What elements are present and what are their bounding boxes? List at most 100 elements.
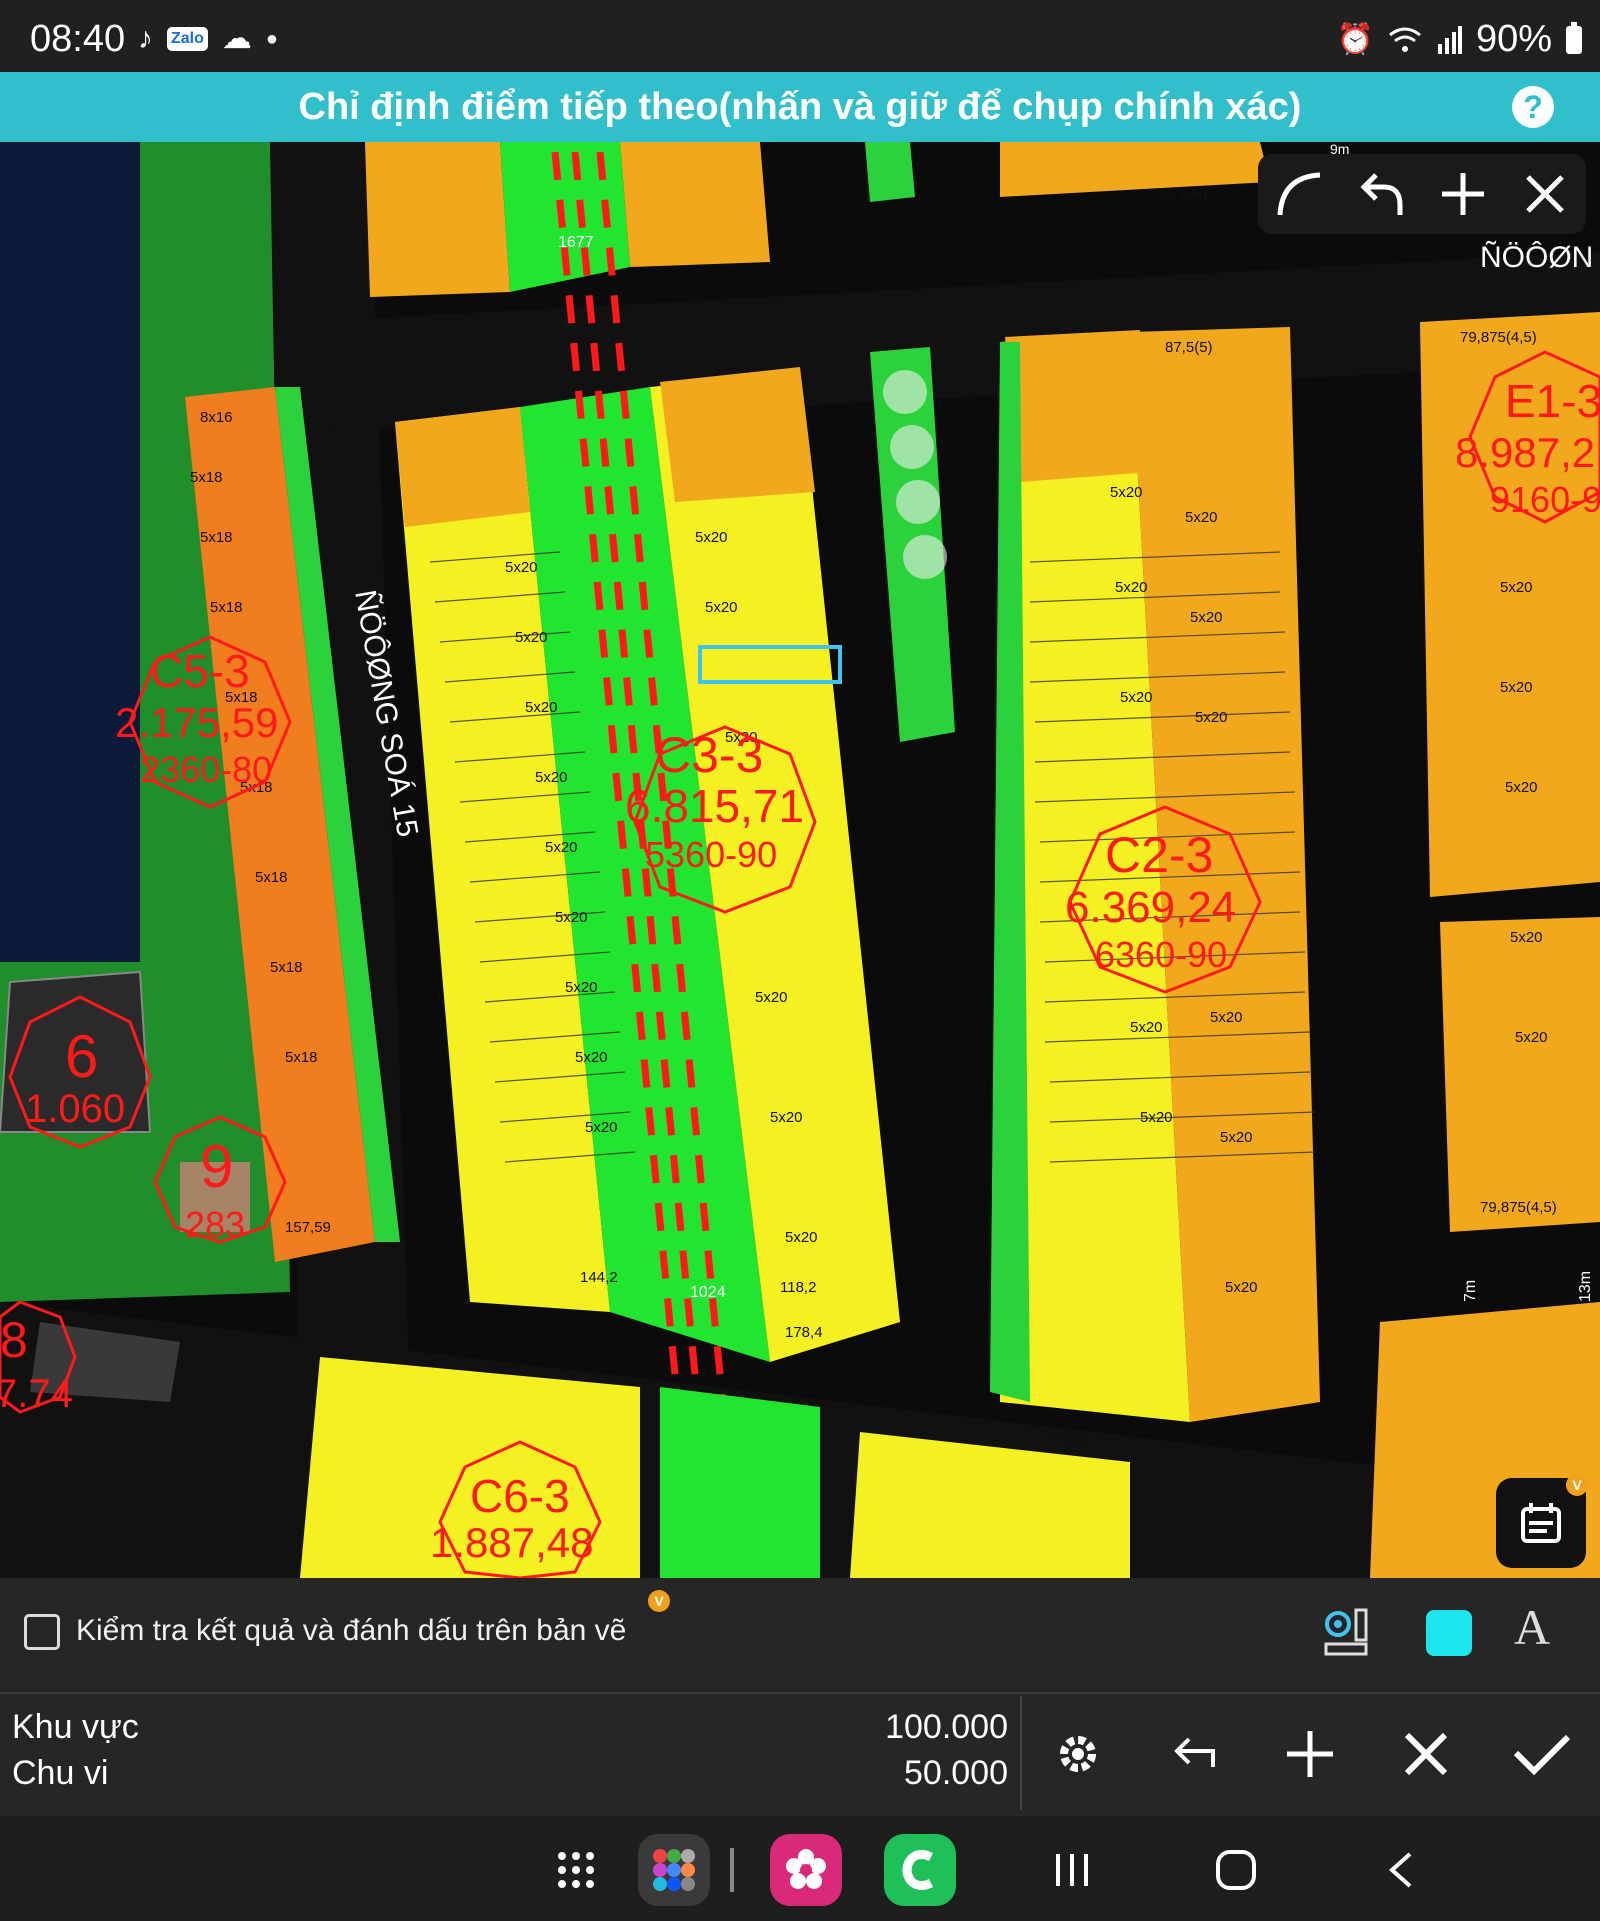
svg-text:2.175,59: 2.175,59 — [115, 699, 279, 746]
signal-icon — [1437, 25, 1462, 54]
svg-text:283: 283 — [185, 1204, 245, 1245]
add-point-icon[interactable] — [1278, 1722, 1342, 1786]
svg-text:1024: 1024 — [690, 1284, 726, 1301]
svg-text:6.369,24: 6.369,24 — [1065, 883, 1236, 932]
svg-text:6360-90: 6360-90 — [1095, 934, 1227, 975]
apps-grid-icon[interactable] — [540, 1834, 612, 1906]
svg-text:1677: 1677 — [558, 234, 594, 251]
navigation-bar — [0, 1816, 1600, 1921]
svg-text:87,5(5): 87,5(5) — [1160, 189, 1208, 206]
svg-text:5x18: 5x18 — [270, 959, 303, 976]
svg-text:5x20: 5x20 — [505, 559, 538, 576]
gear-icon[interactable] — [1046, 1722, 1110, 1786]
alarm-icon: ⏰ — [1336, 22, 1374, 56]
check-result-checkbox[interactable] — [24, 1614, 60, 1650]
svg-text:13m: 13m — [1577, 1271, 1594, 1302]
svg-text:5x20: 5x20 — [555, 909, 588, 926]
svg-text:5x20: 5x20 — [545, 839, 578, 856]
color-swatch[interactable] — [1426, 1610, 1472, 1656]
svg-text:7.74: 7.74 — [0, 1372, 73, 1416]
cad-drawing: 8x16 5x18 5x18 5x18 5x18 5x18 5x18 5x18 … — [0, 142, 1600, 1578]
c-app-icon[interactable] — [884, 1834, 956, 1906]
svg-text:C3-3: C3-3 — [655, 727, 763, 783]
calendar-button[interactable]: V — [1496, 1474, 1588, 1568]
svg-text:6: 6 — [65, 1023, 98, 1090]
svg-text:5x20: 5x20 — [1510, 929, 1543, 946]
svg-text:5x20: 5x20 — [1185, 509, 1218, 526]
home-icon[interactable] — [1200, 1834, 1272, 1906]
perimeter-value: 50.000 — [904, 1754, 1008, 1792]
svg-text:5x20: 5x20 — [1225, 1279, 1258, 1296]
help-icon[interactable]: ? — [1512, 86, 1554, 128]
confirm-icon[interactable] — [1510, 1722, 1574, 1786]
measurement-panel: Khu vực Chu vi 100.000 50.000 — [0, 1694, 1600, 1816]
drawing-toolbar — [1258, 154, 1586, 234]
svg-text:92(5): 92(5) — [1050, 1429, 1085, 1446]
svg-text:5x20: 5x20 — [565, 979, 598, 996]
badge: V — [648, 1590, 670, 1612]
svg-text:79,875(4,5): 79,875(4,5) — [1480, 1199, 1557, 1216]
divider — [1020, 1696, 1022, 1810]
svg-text:1.060: 1.060 — [25, 1087, 125, 1131]
cad-map-canvas[interactable]: 8x16 5x18 5x18 5x18 5x18 5x18 5x18 5x18 … — [0, 142, 1600, 1578]
svg-text:157,59: 157,59 — [285, 1219, 331, 1236]
svg-text:5x20: 5x20 — [515, 629, 548, 646]
battery-icon — [1566, 21, 1582, 54]
svg-text:5x20: 5x20 — [1130, 1019, 1163, 1036]
svg-text:C6-3: C6-3 — [470, 1470, 570, 1522]
svg-text:5x20: 5x20 — [1110, 484, 1143, 501]
svg-text:5x20: 5x20 — [785, 1229, 818, 1246]
check-bar: Kiểm tra kết quả và đánh dấu trên bản vẽ… — [0, 1578, 1600, 1694]
svg-text:C2-3: C2-3 — [1105, 827, 1213, 883]
flower-app-icon[interactable] — [770, 1834, 842, 1906]
svg-text:5x20: 5x20 — [1515, 1029, 1548, 1046]
back-arrow-icon[interactable] — [1162, 1722, 1226, 1786]
cloud-icon: ☁ — [221, 22, 252, 55]
add-icon[interactable] — [1433, 164, 1493, 224]
svg-text:5x20: 5x20 — [1195, 709, 1228, 726]
notification-icons: ♪ Zalo ☁ ● — [138, 22, 278, 56]
area-label: Khu vực — [12, 1708, 139, 1746]
svg-text:5x18: 5x18 — [285, 1049, 318, 1066]
cancel-icon[interactable] — [1394, 1722, 1458, 1786]
undo-icon[interactable] — [1351, 164, 1411, 224]
svg-text:6.815,71: 6.815,71 — [625, 780, 804, 832]
svg-text:5360-90: 5360-90 — [645, 834, 777, 875]
svg-text:5x20: 5x20 — [525, 699, 558, 716]
arc-icon[interactable] — [1269, 164, 1329, 224]
battery-percent: 90% — [1475, 18, 1552, 60]
status-bar: 08:40 ♪ Zalo ☁ ● ⏰ 90% — [0, 0, 1600, 72]
svg-text:E1-3: E1-3 — [1505, 375, 1600, 427]
svg-text:5x20: 5x20 — [575, 1049, 608, 1066]
tiktok-icon: ♪ — [138, 22, 153, 55]
svg-text:178,4: 178,4 — [785, 1324, 823, 1341]
check-result-label: Kiểm tra kết quả và đánh dấu trên bản vẽ — [76, 1614, 627, 1647]
svg-text:5x20: 5x20 — [585, 1119, 618, 1136]
calendar-icon — [1521, 1503, 1561, 1543]
svg-text:5x20: 5x20 — [1500, 679, 1533, 696]
back-icon[interactable] — [1366, 1834, 1438, 1906]
zalo-icon: Zalo — [167, 27, 208, 51]
app-folder-icon[interactable] — [638, 1834, 710, 1906]
svg-text:5x20: 5x20 — [535, 769, 568, 786]
status-time: 08:40 — [30, 18, 126, 60]
perimeter-label: Chu vi — [12, 1754, 109, 1792]
svg-text:ÑÖÔØN: ÑÖÔØN — [1480, 240, 1593, 274]
svg-text:9: 9 — [200, 1133, 233, 1200]
svg-text:5x18: 5x18 — [190, 469, 223, 486]
banner-title: Chỉ định điểm tiếp theo(nhấn và giữ để c… — [298, 86, 1302, 128]
dot-icon: ● — [265, 28, 278, 50]
svg-text:144,2: 144,2 — [580, 1269, 618, 1286]
svg-text:5x18: 5x18 — [255, 869, 288, 886]
close-icon[interactable] — [1515, 164, 1575, 224]
svg-text:5x20: 5x20 — [755, 989, 788, 1006]
svg-text:5x18: 5x18 — [200, 529, 233, 546]
recent-apps-icon[interactable] — [1036, 1834, 1108, 1906]
text-size-icon[interactable]: A — [1514, 1598, 1550, 1656]
badge: V — [1566, 1474, 1588, 1496]
svg-text:9160-9: 9160-9 — [1490, 479, 1600, 520]
divider — [730, 1848, 734, 1892]
svg-text:7m: 7m — [1462, 1280, 1479, 1302]
svg-text:5x20: 5x20 — [1120, 689, 1153, 706]
settings-ruler-icon[interactable] — [1316, 1602, 1376, 1662]
